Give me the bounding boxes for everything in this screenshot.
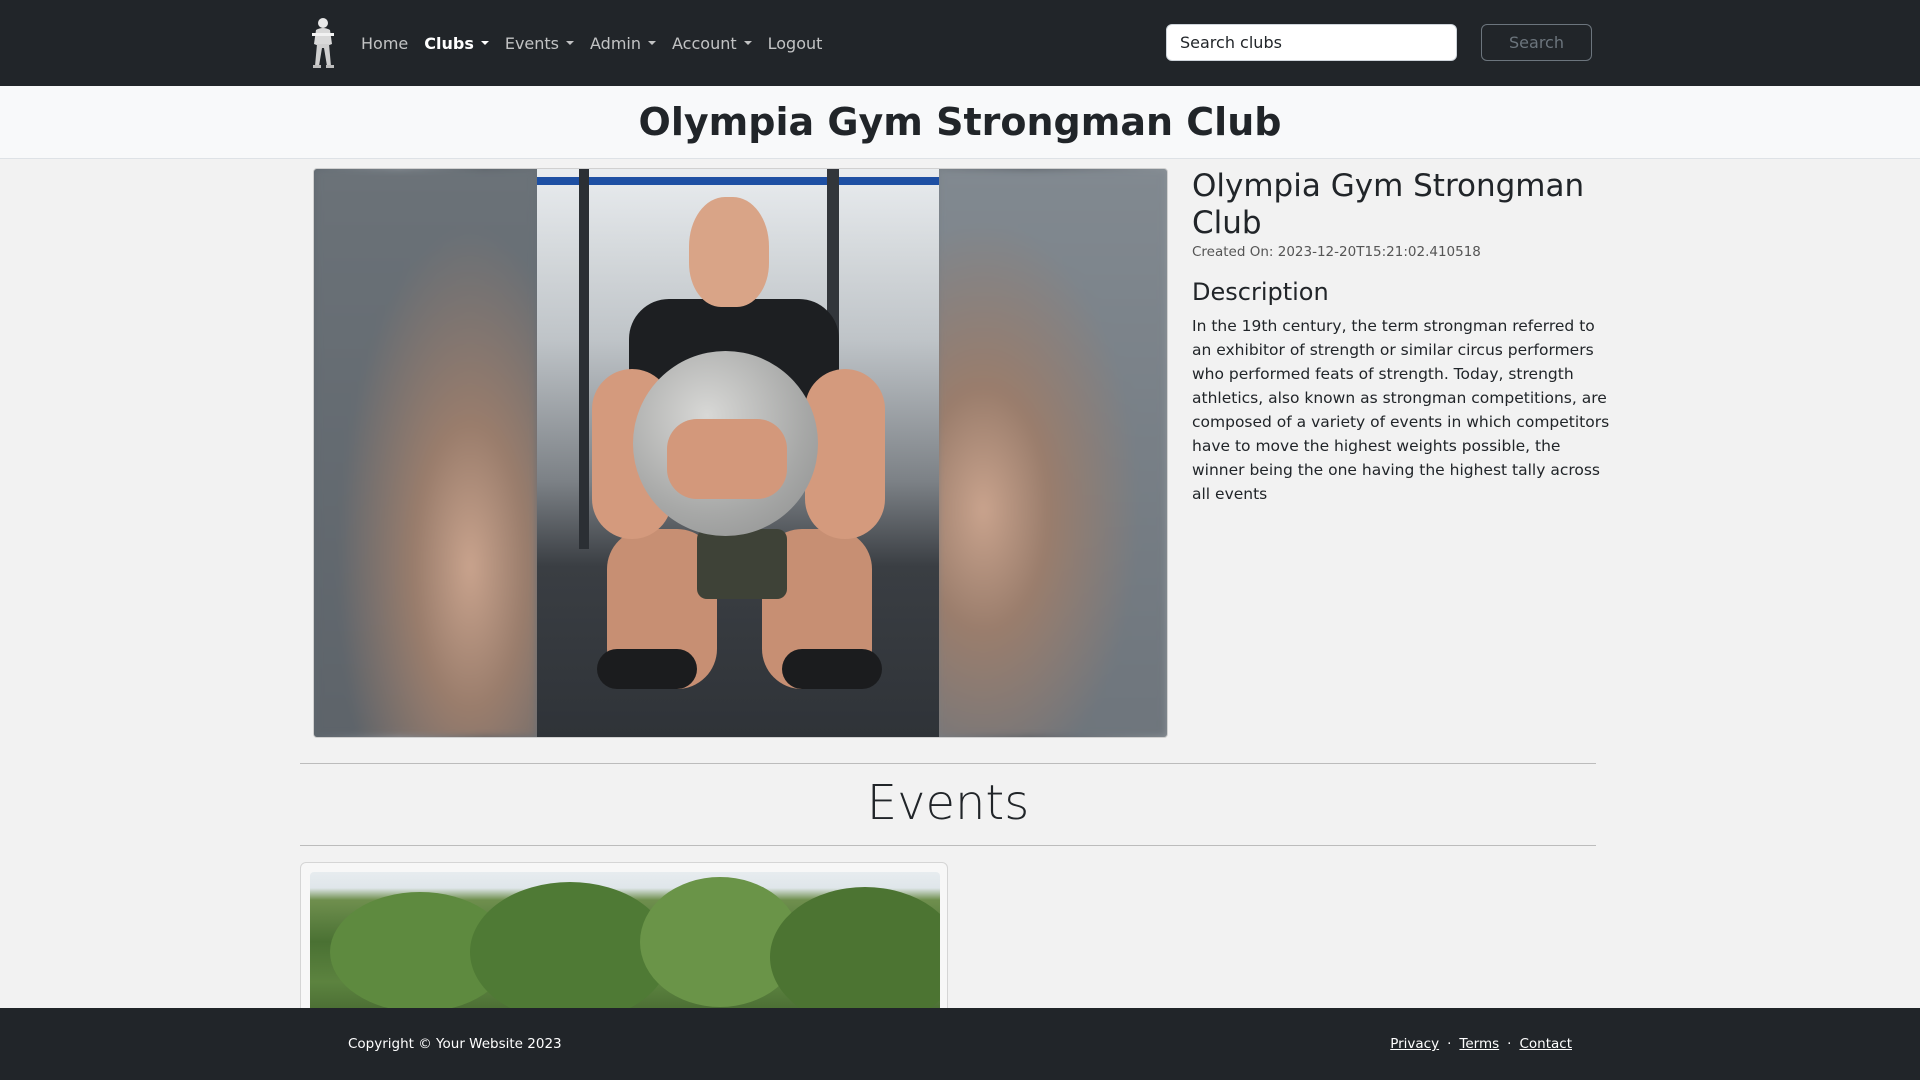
club-info: Olympia Gym Strongman Club Created On: 2… <box>1192 168 1612 506</box>
search-clubs-input[interactable] <box>1166 24 1457 61</box>
nav-events-label: Events <box>504 33 560 53</box>
nav-events-dropdown[interactable]: Events <box>504 33 575 53</box>
nav-clubs-dropdown[interactable]: Clubs <box>424 34 489 53</box>
page-header: Olympia Gym Strongman Club <box>0 86 1920 159</box>
nav-admin-label: Admin <box>590 33 642 53</box>
image-blur-right <box>937 169 1167 737</box>
search-button[interactable]: Search <box>1481 24 1592 61</box>
privacy-link[interactable]: Privacy <box>1390 1036 1439 1052</box>
terms-link[interactable]: Terms <box>1459 1036 1499 1052</box>
page-title: Olympia Gym Strongman Club <box>638 100 1282 144</box>
footer-separator: · <box>1447 1036 1452 1052</box>
photo-shoe-right <box>782 649 882 689</box>
nav-logout-label: Logout <box>767 33 823 53</box>
photo-shoe-left <box>597 649 697 689</box>
nav-home-label: Home <box>361 33 409 53</box>
club-name: Olympia Gym Strongman Club <box>1192 168 1585 241</box>
nav-links: Home Clubs Events Admin Account Logout <box>361 0 822 86</box>
divider-top <box>300 763 1596 764</box>
contact-link[interactable]: Contact <box>1519 1036 1572 1052</box>
photo-shorts <box>697 529 787 599</box>
footer: Copyright © Your Website 2023 Privacy · … <box>0 1008 1920 1080</box>
club-image <box>313 168 1168 738</box>
photo-head <box>689 197 769 307</box>
club-description: In the 19th century, the term strongman … <box>1192 317 1610 503</box>
nav-logout[interactable]: Logout <box>768 34 823 53</box>
events-heading: Events <box>866 775 1030 831</box>
photo-rack-bar <box>537 177 939 185</box>
strongman-logo-icon[interactable] <box>308 16 338 70</box>
nav-home[interactable]: Home <box>361 34 408 53</box>
footer-links: Privacy · Terms · Contact <box>1390 1036 1572 1052</box>
nav-account-label: Account <box>672 33 737 53</box>
photo-hands <box>667 419 787 499</box>
footer-separator: · <box>1507 1036 1512 1052</box>
caret-down-icon <box>480 41 489 45</box>
caret-down-icon <box>743 41 752 45</box>
photo-rack-left <box>579 169 589 549</box>
caret-down-icon <box>566 41 575 45</box>
copyright-text: Copyright © Your Website 2023 <box>348 1036 562 1052</box>
club-photo <box>537 169 939 737</box>
event-image-tree <box>770 887 940 1027</box>
divider-bottom <box>300 845 1596 846</box>
description-heading: Description <box>1192 278 1329 306</box>
caret-down-icon <box>648 41 657 45</box>
nav-account-dropdown[interactable]: Account <box>672 34 752 53</box>
image-blur-left <box>314 169 537 737</box>
nav-admin-dropdown[interactable]: Admin <box>590 33 657 53</box>
top-navbar: Home Clubs Events Admin Account Logout S… <box>0 0 1920 86</box>
club-created-date: Created On: 2023-12-20T15:21:02.410518 <box>1192 244 1481 260</box>
nav-clubs-label: Clubs <box>424 33 474 53</box>
